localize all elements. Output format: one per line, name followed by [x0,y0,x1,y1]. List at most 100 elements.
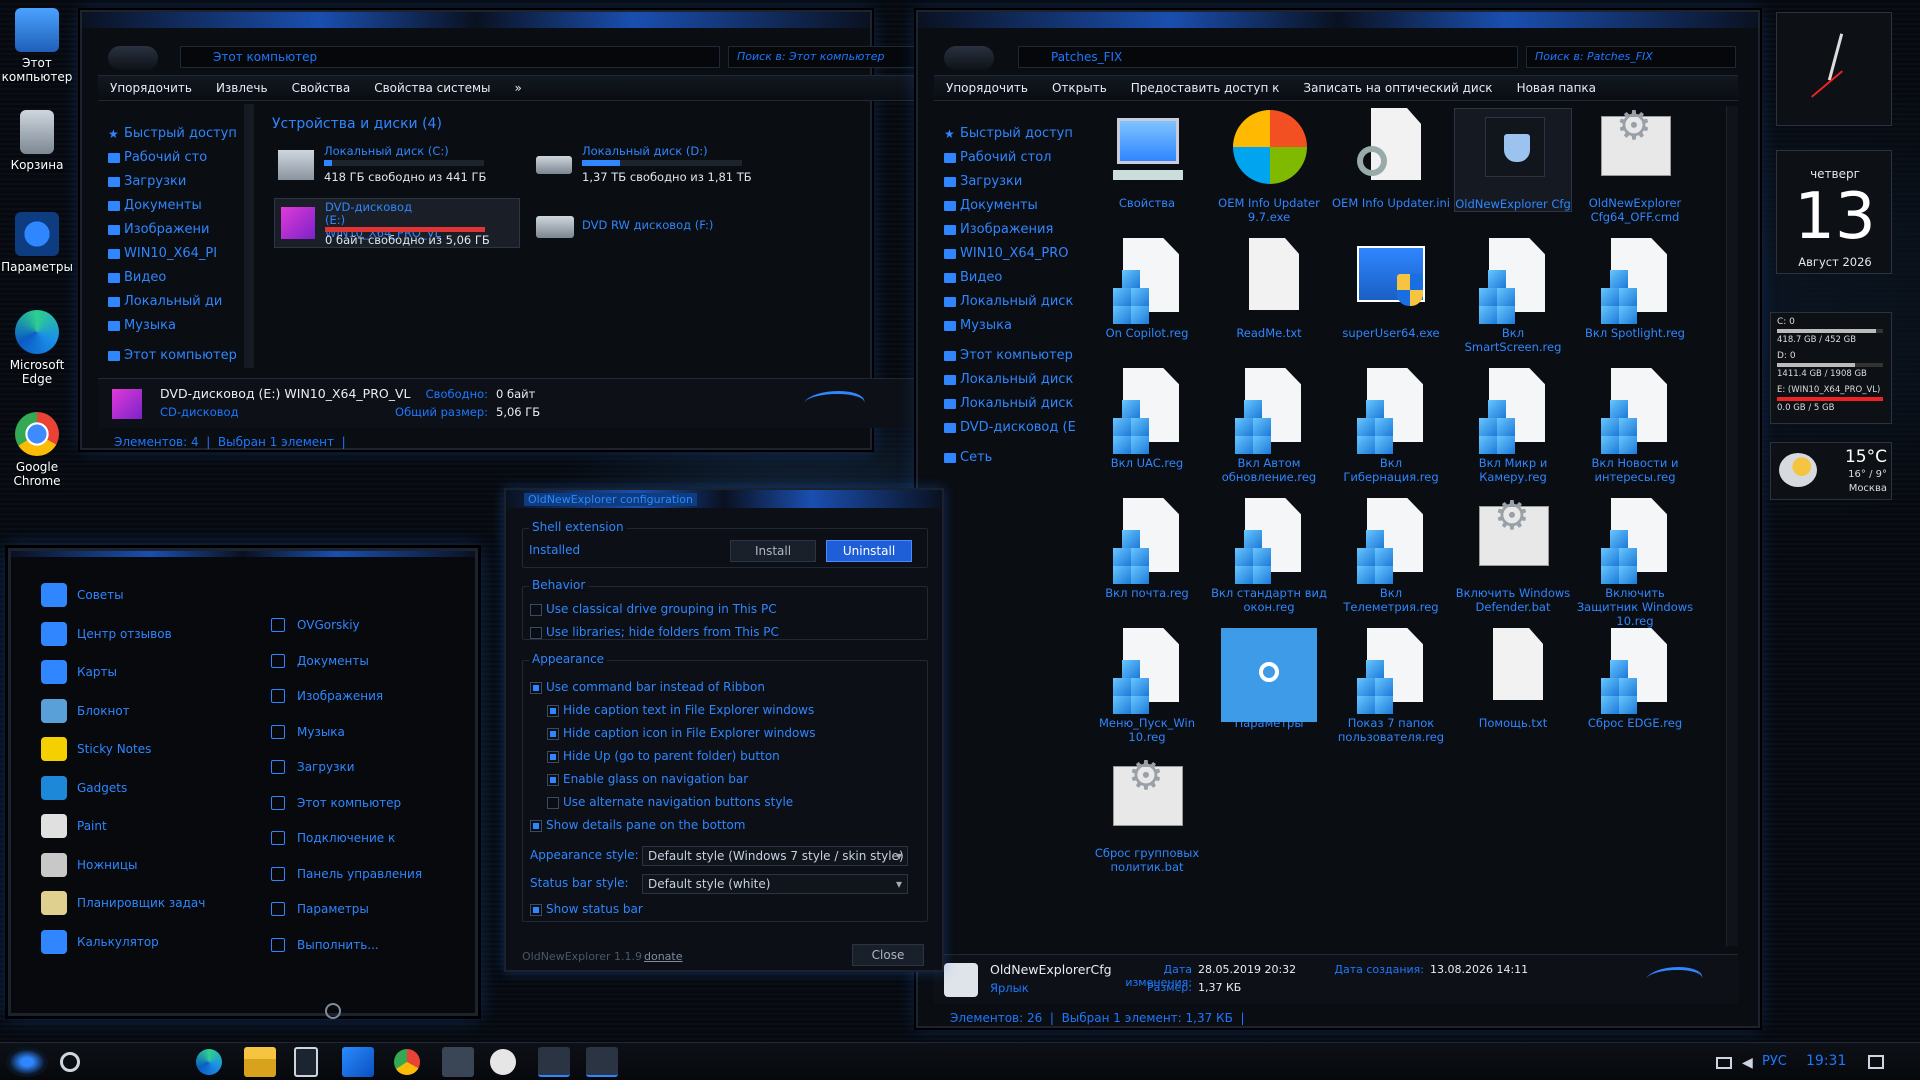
search-icon[interactable] [60,1052,80,1072]
start-place-item[interactable]: OVGorskiy [271,615,360,635]
nav-item[interactable]: Музыка [104,314,244,338]
nav-item[interactable]: Локальный диск [940,392,1084,416]
nav-scrollbar[interactable] [244,104,254,368]
file-item[interactable]: OldNewExplorer Cfg [1454,108,1572,212]
nav-item[interactable]: WIN10_X64_PI [104,242,244,266]
start-app-item[interactable]: Центр отзывов [41,620,172,648]
file-item[interactable]: Сброс групповых политик.bat [1088,758,1206,874]
start-place-item[interactable]: Документы [271,651,369,671]
nav-item[interactable]: Рабочий стол [940,146,1084,170]
volume-icon[interactable]: ◀ [1742,1055,1753,1071]
properties-button[interactable]: Свойства [280,81,363,95]
desktop-icon-recycle-bin[interactable]: Корзина [0,110,77,172]
drive-f[interactable]: DVD RW дисковод (F:) [536,208,756,248]
file-item[interactable]: Вкл Телеметрия.reg [1332,498,1450,614]
start-place-item[interactable]: Изображения [271,686,383,706]
checkbox-hide-caption-icon[interactable]: Hide caption icon in File Explorer windo… [547,726,815,740]
settings-app-icon[interactable] [442,1047,474,1077]
file-item[interactable]: OEM Info Updater 9.7.exe [1210,108,1328,224]
checkbox-show-status-bar[interactable]: Show status bar [530,902,643,916]
file-item[interactable]: Вкл Автом обновление.reg [1210,368,1328,484]
organize-menu[interactable]: Упорядочить [934,81,1040,95]
nav-item[interactable]: Быстрый доступ [104,122,244,146]
nav-item[interactable]: Музыка [940,314,1084,338]
search-input[interactable]: Поиск в: Patches_FIX [1526,46,1736,68]
start-app-item[interactable]: Планировщик задач [41,889,205,917]
open-button[interactable]: Открыть [1040,81,1119,95]
file-item[interactable]: Меню_Пуск_Win 10.reg [1088,628,1206,744]
shield-config-icon[interactable] [586,1047,618,1077]
burn-button[interactable]: Записать на оптический диск [1291,81,1504,95]
checkbox-hide-up-button[interactable]: Hide Up (go to parent folder) button [547,749,780,763]
desktop-icon-chrome[interactable]: Google Chrome [0,412,77,488]
edge-icon[interactable] [196,1049,222,1075]
start-app-item[interactable]: Блокнот [41,697,130,725]
start-place-item[interactable]: Подключение к [271,828,395,848]
start-app-item[interactable]: Карты [41,658,117,686]
checkbox-details-pane-bottom[interactable]: Show details pane on the bottom [530,818,745,832]
file-item[interactable]: Вкл Микр и Камеру.reg [1454,368,1572,484]
share-button[interactable]: Предоставить доступ к [1119,81,1292,95]
clock[interactable]: 19:31 [1806,1053,1846,1069]
nav-item[interactable]: Локальный диск [940,290,1084,314]
search-input[interactable]: Поиск в: Этот компьютер [728,46,932,68]
store-icon[interactable] [294,1047,318,1077]
file-item[interactable]: Свойства [1088,108,1206,210]
start-app-item[interactable]: Ножницы [41,851,137,879]
notifications-icon[interactable] [1868,1055,1884,1069]
file-item[interactable]: Вкл Spotlight.reg [1576,238,1694,340]
checkbox-hide-caption-text[interactable]: Hide caption text in File Explorer windo… [547,703,814,717]
power-button-icon[interactable] [325,1003,341,1019]
checkbox-alternate-nav-buttons[interactable]: Use alternate navigation buttons style [547,795,793,809]
desktop-icon-this-pc[interactable]: Этот компьютер [0,8,77,84]
donate-link[interactable]: donate [644,950,683,963]
desktop-icon-settings[interactable]: Параметры [0,212,77,274]
file-item[interactable]: Вкл Гибернация.reg [1332,368,1450,484]
back-forward-buttons[interactable] [108,46,158,70]
explorer-window-icon[interactable] [538,1047,570,1077]
appearance-style-select[interactable]: Default style (Windows 7 style / skin st… [642,846,908,866]
file-item[interactable]: ReadMe.txt [1210,238,1328,340]
address-bar[interactable]: Этот компьютер [180,46,720,68]
start-place-item[interactable]: Музыка [271,722,345,742]
nav-item[interactable]: Быстрый доступ [940,122,1084,146]
file-item[interactable]: On Copilot.reg [1088,238,1206,340]
file-item[interactable]: Вкл почта.reg [1088,498,1206,600]
start-place-item[interactable]: Панель управления [271,864,422,884]
file-item[interactable]: Вкл SmartScreen.reg [1454,238,1572,354]
file-item[interactable]: Вкл стандартн вид окон.reg [1210,498,1328,614]
outlook-icon[interactable] [342,1047,374,1077]
back-forward-buttons[interactable] [944,46,994,70]
app-icon[interactable] [490,1049,516,1075]
file-item[interactable]: Помощь.txt [1454,628,1572,730]
nav-item[interactable]: Сеть [940,446,1084,470]
start-app-item[interactable]: Советы [41,581,124,609]
nav-item[interactable]: Видео [940,266,1084,290]
file-item[interactable]: Включить Windows Defender.bat [1454,498,1572,614]
nav-item[interactable]: Этот компьютер [104,344,244,368]
file-item[interactable]: Вкл UAC.reg [1088,368,1206,470]
network-icon[interactable] [1716,1057,1732,1069]
nav-item[interactable]: Загрузки [104,170,244,194]
checkbox-classical-drive-grouping[interactable]: Use classical drive grouping in This PC [530,602,777,616]
close-button[interactable]: Close [852,944,924,966]
desktop-icon-edge[interactable]: Microsoft Edge [0,310,77,386]
start-place-item[interactable]: Загрузки [271,757,355,777]
address-bar[interactable]: Patches_FIX [1018,46,1518,68]
file-item[interactable]: Сброс EDGE.reg [1576,628,1694,730]
file-explorer-icon[interactable] [244,1047,276,1077]
file-item[interactable]: Вкл Новости и интересы.reg [1576,368,1694,484]
nav-item[interactable]: Этот компьютер [940,344,1084,368]
start-place-item[interactable]: Параметры [271,899,369,919]
nav-item[interactable]: Загрузки [940,170,1084,194]
file-item[interactable]: Включить Защитник Windows 10.reg [1576,498,1694,628]
nav-item[interactable]: Локальный ди [104,290,244,314]
start-app-item[interactable]: Gadgets [41,774,127,802]
drive-d[interactable]: Локальный диск (D:) 1,37 ТБ свободно из … [536,144,756,186]
language-indicator[interactable]: РУС [1762,1054,1787,1069]
start-button[interactable] [6,1047,48,1077]
nav-item[interactable]: Документы [104,194,244,218]
nav-item[interactable]: Документы [940,194,1084,218]
install-button[interactable]: Install [730,540,816,562]
drive-e-selected[interactable]: DVD-дисковод (E:) WIN10_X64_PRO_VL 0 бай… [274,198,520,248]
